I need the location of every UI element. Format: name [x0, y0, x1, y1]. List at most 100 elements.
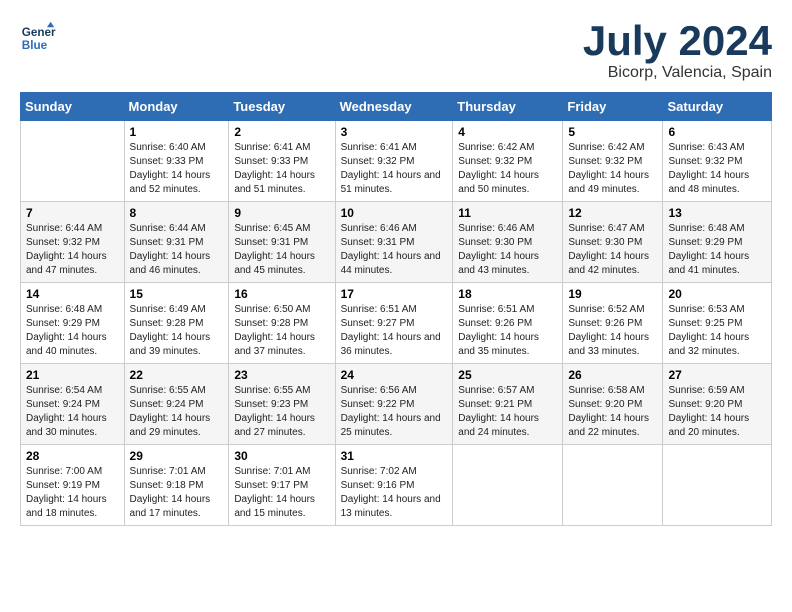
day-number: 23	[234, 368, 329, 382]
calendar-cell	[21, 121, 125, 202]
calendar-cell: 19 Sunrise: 6:52 AMSunset: 9:26 PMDaylig…	[563, 283, 663, 364]
svg-text:Blue: Blue	[22, 39, 48, 52]
calendar-cell: 11 Sunrise: 6:46 AMSunset: 9:30 PMDaylig…	[453, 202, 563, 283]
calendar-cell: 17 Sunrise: 6:51 AMSunset: 9:27 PMDaylig…	[335, 283, 453, 364]
calendar-cell: 5 Sunrise: 6:42 AMSunset: 9:32 PMDayligh…	[563, 121, 663, 202]
day-number: 20	[668, 287, 766, 301]
day-number: 31	[341, 449, 448, 463]
calendar-cell: 18 Sunrise: 6:51 AMSunset: 9:26 PMDaylig…	[453, 283, 563, 364]
calendar-cell: 4 Sunrise: 6:42 AMSunset: 9:32 PMDayligh…	[453, 121, 563, 202]
svg-text:General: General	[22, 26, 56, 39]
calendar-cell	[563, 445, 663, 526]
calendar-cell: 16 Sunrise: 6:50 AMSunset: 9:28 PMDaylig…	[229, 283, 335, 364]
day-number: 24	[341, 368, 448, 382]
cell-info: Sunrise: 6:44 AMSunset: 9:32 PMDaylight:…	[26, 222, 119, 278]
cell-info: Sunrise: 6:46 AMSunset: 9:31 PMDaylight:…	[341, 222, 448, 278]
cell-info: Sunrise: 6:42 AMSunset: 9:32 PMDaylight:…	[568, 141, 657, 197]
cell-info: Sunrise: 6:43 AMSunset: 9:32 PMDaylight:…	[668, 141, 766, 197]
cell-info: Sunrise: 6:41 AMSunset: 9:32 PMDaylight:…	[341, 141, 448, 197]
cell-info: Sunrise: 6:56 AMSunset: 9:22 PMDaylight:…	[341, 384, 448, 440]
weekday-header-friday: Friday	[563, 93, 663, 121]
day-number: 25	[458, 368, 557, 382]
day-number: 4	[458, 125, 557, 139]
cell-info: Sunrise: 7:01 AMSunset: 9:17 PMDaylight:…	[234, 465, 329, 521]
day-number: 12	[568, 206, 657, 220]
calendar-cell: 31 Sunrise: 7:02 AMSunset: 9:16 PMDaylig…	[335, 445, 453, 526]
day-number: 22	[130, 368, 224, 382]
cell-info: Sunrise: 6:45 AMSunset: 9:31 PMDaylight:…	[234, 222, 329, 278]
day-number: 30	[234, 449, 329, 463]
day-number: 13	[668, 206, 766, 220]
calendar-cell: 27 Sunrise: 6:59 AMSunset: 9:20 PMDaylig…	[663, 364, 772, 445]
day-number: 17	[341, 287, 448, 301]
calendar-cell: 14 Sunrise: 6:48 AMSunset: 9:29 PMDaylig…	[21, 283, 125, 364]
cell-info: Sunrise: 6:54 AMSunset: 9:24 PMDaylight:…	[26, 384, 119, 440]
calendar-cell: 21 Sunrise: 6:54 AMSunset: 9:24 PMDaylig…	[21, 364, 125, 445]
calendar-cell: 26 Sunrise: 6:58 AMSunset: 9:20 PMDaylig…	[563, 364, 663, 445]
day-number: 27	[668, 368, 766, 382]
calendar-cell: 10 Sunrise: 6:46 AMSunset: 9:31 PMDaylig…	[335, 202, 453, 283]
day-number: 29	[130, 449, 224, 463]
day-number: 1	[130, 125, 224, 139]
cell-info: Sunrise: 6:48 AMSunset: 9:29 PMDaylight:…	[668, 222, 766, 278]
cell-info: Sunrise: 6:47 AMSunset: 9:30 PMDaylight:…	[568, 222, 657, 278]
calendar-cell: 23 Sunrise: 6:55 AMSunset: 9:23 PMDaylig…	[229, 364, 335, 445]
cell-info: Sunrise: 6:41 AMSunset: 9:33 PMDaylight:…	[234, 141, 329, 197]
calendar-cell: 6 Sunrise: 6:43 AMSunset: 9:32 PMDayligh…	[663, 121, 772, 202]
week-row-4: 21 Sunrise: 6:54 AMSunset: 9:24 PMDaylig…	[21, 364, 772, 445]
weekday-header-tuesday: Tuesday	[229, 93, 335, 121]
cell-info: Sunrise: 7:02 AMSunset: 9:16 PMDaylight:…	[341, 465, 448, 521]
calendar-cell: 29 Sunrise: 7:01 AMSunset: 9:18 PMDaylig…	[124, 445, 229, 526]
cell-info: Sunrise: 6:59 AMSunset: 9:20 PMDaylight:…	[668, 384, 766, 440]
day-number: 28	[26, 449, 119, 463]
day-number: 10	[341, 206, 448, 220]
calendar-cell	[663, 445, 772, 526]
cell-info: Sunrise: 6:51 AMSunset: 9:27 PMDaylight:…	[341, 303, 448, 359]
day-number: 19	[568, 287, 657, 301]
week-row-5: 28 Sunrise: 7:00 AMSunset: 9:19 PMDaylig…	[21, 445, 772, 526]
day-number: 15	[130, 287, 224, 301]
month-title: July 2024	[583, 20, 772, 62]
weekday-header-sunday: Sunday	[21, 93, 125, 121]
cell-info: Sunrise: 6:57 AMSunset: 9:21 PMDaylight:…	[458, 384, 557, 440]
cell-info: Sunrise: 6:52 AMSunset: 9:26 PMDaylight:…	[568, 303, 657, 359]
cell-info: Sunrise: 7:01 AMSunset: 9:18 PMDaylight:…	[130, 465, 224, 521]
calendar-cell: 13 Sunrise: 6:48 AMSunset: 9:29 PMDaylig…	[663, 202, 772, 283]
cell-info: Sunrise: 6:44 AMSunset: 9:31 PMDaylight:…	[130, 222, 224, 278]
cell-info: Sunrise: 6:50 AMSunset: 9:28 PMDaylight:…	[234, 303, 329, 359]
day-number: 18	[458, 287, 557, 301]
week-row-2: 7 Sunrise: 6:44 AMSunset: 9:32 PMDayligh…	[21, 202, 772, 283]
cell-info: Sunrise: 6:48 AMSunset: 9:29 PMDaylight:…	[26, 303, 119, 359]
calendar-cell: 8 Sunrise: 6:44 AMSunset: 9:31 PMDayligh…	[124, 202, 229, 283]
day-number: 6	[668, 125, 766, 139]
weekday-header-saturday: Saturday	[663, 93, 772, 121]
day-number: 3	[341, 125, 448, 139]
weekday-header-wednesday: Wednesday	[335, 93, 453, 121]
calendar-cell: 28 Sunrise: 7:00 AMSunset: 9:19 PMDaylig…	[21, 445, 125, 526]
weekday-header-row: SundayMondayTuesdayWednesdayThursdayFrid…	[21, 93, 772, 121]
logo-icon: General Blue	[20, 20, 56, 56]
page-header: General Blue July 2024 Bicorp, Valencia,…	[20, 20, 772, 82]
calendar-cell: 25 Sunrise: 6:57 AMSunset: 9:21 PMDaylig…	[453, 364, 563, 445]
cell-info: Sunrise: 7:00 AMSunset: 9:19 PMDaylight:…	[26, 465, 119, 521]
day-number: 21	[26, 368, 119, 382]
day-number: 14	[26, 287, 119, 301]
calendar-cell: 20 Sunrise: 6:53 AMSunset: 9:25 PMDaylig…	[663, 283, 772, 364]
title-block: July 2024 Bicorp, Valencia, Spain	[583, 20, 772, 82]
calendar-cell	[453, 445, 563, 526]
week-row-1: 1 Sunrise: 6:40 AMSunset: 9:33 PMDayligh…	[21, 121, 772, 202]
calendar-table: SundayMondayTuesdayWednesdayThursdayFrid…	[20, 92, 772, 526]
day-number: 9	[234, 206, 329, 220]
calendar-cell: 22 Sunrise: 6:55 AMSunset: 9:24 PMDaylig…	[124, 364, 229, 445]
calendar-cell: 12 Sunrise: 6:47 AMSunset: 9:30 PMDaylig…	[563, 202, 663, 283]
day-number: 16	[234, 287, 329, 301]
cell-info: Sunrise: 6:55 AMSunset: 9:24 PMDaylight:…	[130, 384, 224, 440]
weekday-header-monday: Monday	[124, 93, 229, 121]
day-number: 8	[130, 206, 224, 220]
day-number: 2	[234, 125, 329, 139]
calendar-cell: 2 Sunrise: 6:41 AMSunset: 9:33 PMDayligh…	[229, 121, 335, 202]
calendar-cell: 9 Sunrise: 6:45 AMSunset: 9:31 PMDayligh…	[229, 202, 335, 283]
calendar-cell: 30 Sunrise: 7:01 AMSunset: 9:17 PMDaylig…	[229, 445, 335, 526]
location-subtitle: Bicorp, Valencia, Spain	[583, 64, 772, 82]
day-number: 5	[568, 125, 657, 139]
